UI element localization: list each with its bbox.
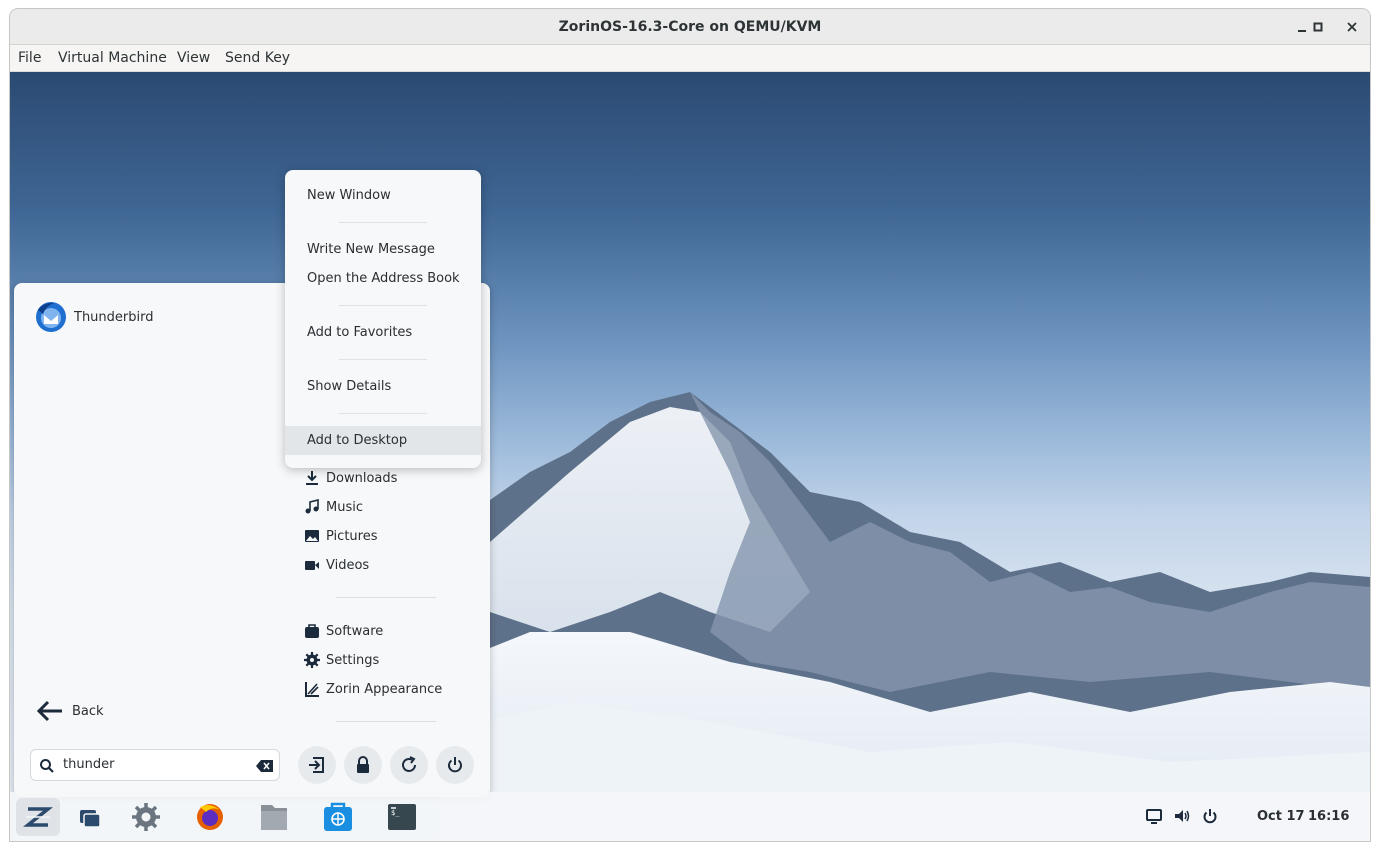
software-store-launcher[interactable]	[316, 798, 360, 836]
zorin-menu-button[interactable]	[16, 798, 60, 836]
system-power-icon[interactable]	[1201, 807, 1219, 825]
taskbar: $_ Oct 17 16:16	[10, 792, 1370, 841]
log-out-icon	[309, 757, 324, 773]
appearance-icon	[305, 682, 319, 697]
ctx-add-to-favorites[interactable]: Add to Favorites	[285, 318, 481, 347]
download-icon	[306, 471, 318, 485]
restart-button[interactable]	[390, 746, 428, 784]
power-icon	[448, 757, 462, 773]
software-store-icon	[324, 802, 352, 831]
system-software[interactable]: Software	[304, 620, 474, 642]
windows-overview-button[interactable]	[68, 798, 112, 836]
svg-text:$_: $_	[391, 809, 400, 817]
places-divider	[336, 597, 436, 598]
power-button[interactable]	[436, 746, 474, 784]
system-divider	[336, 721, 436, 722]
window-title: ZorinOS-16.3-Core on QEMU/KVM	[558, 19, 822, 35]
zorin-menu-icon	[23, 807, 53, 827]
software-icon	[305, 624, 319, 638]
firefox-icon	[197, 804, 223, 830]
settings-gear-icon	[132, 803, 160, 831]
system-zorin-appearance[interactable]: Zorin Appearance	[304, 678, 474, 700]
lock-button[interactable]	[344, 746, 382, 784]
lock-icon	[357, 756, 369, 773]
display-icon[interactable]	[1145, 807, 1163, 825]
ctx-separator	[339, 222, 427, 223]
settings-launcher[interactable]	[124, 798, 168, 836]
maximize-icon	[1313, 22, 1323, 32]
firefox-launcher[interactable]	[188, 798, 232, 836]
system-label: Software	[326, 623, 384, 639]
thunderbird-icon	[36, 302, 66, 332]
menu-virtual-machine[interactable]: Virtual Machine	[58, 45, 167, 71]
maximize-button[interactable]	[1308, 17, 1328, 37]
search-query: thunder	[63, 757, 115, 772]
clock-date[interactable]: Oct 17	[1257, 792, 1305, 841]
pictures-icon	[305, 530, 319, 542]
app-context-menu: New Window Write New Message Open the Ad…	[285, 170, 481, 468]
place-music[interactable]: Music	[304, 496, 474, 518]
volume-icon[interactable]	[1173, 807, 1191, 825]
menu-file[interactable]: File	[18, 45, 41, 71]
place-downloads[interactable]: Downloads	[304, 467, 474, 489]
system-label: Settings	[326, 652, 380, 668]
windows-overview-icon	[80, 810, 101, 828]
menu-view[interactable]: View	[177, 45, 210, 71]
place-videos[interactable]: Videos	[304, 554, 474, 576]
back-label: Back	[72, 703, 104, 719]
place-label: Videos	[326, 557, 370, 573]
ctx-separator	[339, 413, 427, 414]
guest-desktop[interactable]: Thunderbird Downloads Music Pictures Vid…	[10, 72, 1370, 841]
back-button[interactable]: Back	[36, 699, 104, 723]
ctx-separator	[339, 359, 427, 360]
files-icon	[261, 805, 287, 830]
search-input[interactable]: thunder	[30, 749, 280, 781]
clear-search-icon[interactable]	[255, 758, 275, 774]
result-app-label: Thunderbird	[74, 309, 154, 325]
place-label: Music	[326, 499, 363, 515]
close-button[interactable]	[1342, 17, 1362, 37]
place-label: Downloads	[326, 470, 398, 486]
menu-bar: File Virtual Machine View Send Key	[10, 45, 1370, 72]
videos-icon	[305, 561, 319, 570]
clock-time[interactable]: 16:16	[1308, 792, 1349, 841]
vm-window: ZorinOS-16.3-Core on QEMU/KVM File Virtu…	[10, 9, 1370, 841]
terminal-icon: $_	[388, 804, 416, 830]
log-out-button[interactable]	[298, 746, 336, 784]
menu-send-key[interactable]: Send Key	[225, 45, 290, 71]
place-label: Pictures	[326, 528, 378, 544]
search-result-thunderbird[interactable]: Thunderbird	[34, 301, 154, 333]
files-launcher[interactable]	[252, 798, 296, 836]
system-label: Zorin Appearance	[326, 681, 443, 697]
ctx-separator	[339, 305, 427, 306]
ctx-show-details[interactable]: Show Details	[285, 372, 481, 401]
title-bar[interactable]: ZorinOS-16.3-Core on QEMU/KVM	[10, 9, 1370, 45]
settings-gear-icon	[304, 652, 320, 668]
ctx-add-to-desktop[interactable]: Add to Desktop	[285, 426, 481, 455]
ctx-new-window[interactable]: New Window	[285, 181, 481, 210]
system-settings[interactable]: Settings	[304, 649, 474, 671]
ctx-open-address-book[interactable]: Open the Address Book	[285, 264, 481, 293]
arrow-left-icon	[36, 700, 62, 722]
search-icon	[40, 759, 54, 773]
place-pictures[interactable]: Pictures	[304, 525, 474, 547]
close-icon	[1347, 22, 1357, 32]
ctx-write-new-message[interactable]: Write New Message	[285, 235, 481, 264]
restart-icon	[402, 756, 416, 772]
terminal-launcher[interactable]: $_	[380, 798, 424, 836]
music-icon	[305, 499, 319, 514]
